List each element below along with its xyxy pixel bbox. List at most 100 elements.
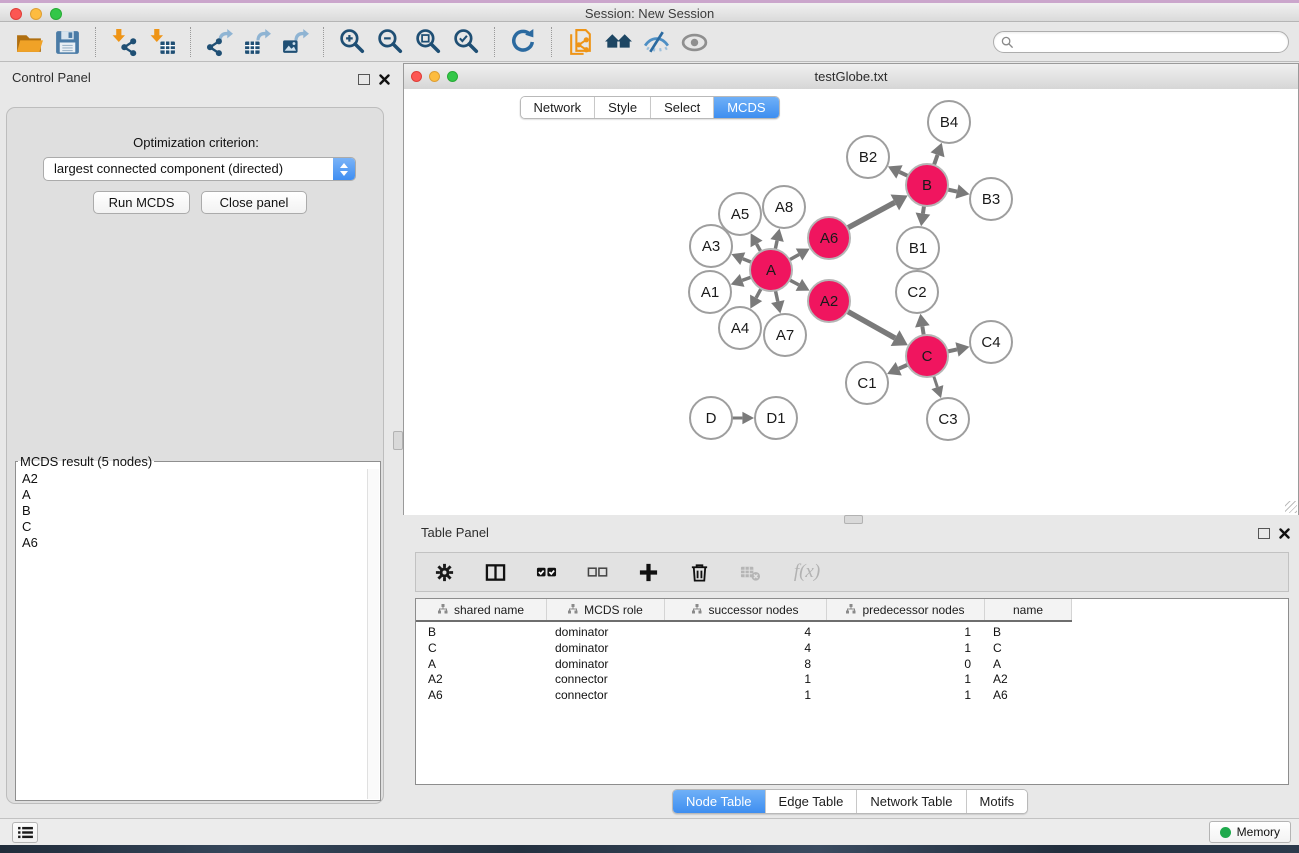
cell-name: A2 — [985, 671, 1072, 687]
mcds-result-item[interactable]: B — [22, 503, 368, 519]
network-file-icon[interactable] — [563, 26, 597, 58]
function-icon: f(x) — [789, 560, 825, 584]
close-panel-icon[interactable] — [379, 74, 390, 85]
task-list-icon — [18, 826, 33, 839]
edge-A6-B[interactable] — [847, 202, 894, 228]
network-window-title: testGlobe.txt — [404, 69, 1298, 84]
vertical-splitter-handle[interactable] — [393, 431, 403, 450]
cell-mcds_role: connector — [547, 687, 665, 703]
mcds-list-scrollbar[interactable] — [367, 469, 379, 799]
memory-button[interactable]: Memory — [1209, 821, 1291, 843]
refresh-icon[interactable] — [506, 26, 540, 58]
task-history-button[interactable] — [12, 822, 38, 843]
resize-grip-icon[interactable] — [1285, 501, 1297, 513]
export-table-icon[interactable] — [240, 26, 274, 58]
edge-A2-C[interactable] — [847, 311, 895, 338]
home-icon[interactable] — [601, 26, 635, 58]
tab-node-table[interactable]: Node Table — [673, 790, 765, 813]
run-mcds-button[interactable]: Run MCDS — [93, 191, 190, 214]
network-canvas[interactable]: B4B2BB3B1A5A8A6A3AA1C2A4A7A2C4CC1C3DD1 — [404, 89, 1298, 515]
column-view-icon[interactable] — [483, 560, 507, 584]
open-file-icon[interactable] — [12, 26, 46, 58]
control-panel-body: Optimization criterion: largest connecte… — [6, 107, 384, 804]
float-table-panel-icon[interactable] — [1258, 528, 1270, 539]
edge-C-C2[interactable] — [922, 326, 923, 335]
edge-A-A2[interactable] — [790, 280, 799, 285]
export-network-icon[interactable] — [202, 26, 236, 58]
cell-shared_name: C — [416, 640, 547, 656]
export-image-icon[interactable] — [278, 26, 312, 58]
mcds-result-item[interactable]: A6 — [22, 535, 368, 551]
memory-status-icon — [1220, 827, 1231, 838]
edge-A-A5[interactable] — [757, 244, 761, 252]
graph-node-label: B — [922, 177, 932, 194]
mcds-result-item[interactable]: C — [22, 519, 368, 535]
mcds-result-item[interactable]: A2 — [22, 471, 368, 487]
zoom-fit-icon[interactable] — [411, 26, 445, 58]
add-column-icon[interactable] — [636, 560, 660, 584]
zoom-in-icon[interactable] — [335, 26, 369, 58]
tab-edge-table[interactable]: Edge Table — [765, 790, 857, 813]
edge-A-A1[interactable] — [742, 277, 751, 280]
table-row[interactable]: Bdominator41B — [416, 624, 1072, 640]
cell-successor_nodes: 1 — [665, 671, 827, 687]
zoom-out-icon[interactable] — [373, 26, 407, 58]
table-row[interactable]: Cdominator41C — [416, 640, 1072, 656]
mcds-result-item[interactable]: A — [22, 487, 368, 503]
column-header-predecessor-nodes[interactable]: predecessor nodes — [827, 599, 985, 620]
edge-B-B4[interactable] — [934, 155, 938, 165]
show-panel-icon[interactable] — [677, 26, 711, 58]
tab-motifs[interactable]: Motifs — [966, 790, 1028, 813]
save-session-icon[interactable] — [50, 26, 84, 58]
tab-style[interactable]: Style — [594, 97, 650, 118]
close-panel-button[interactable]: Close panel — [201, 191, 307, 214]
application-window: Session: New Session Control Panel Netwo… — [0, 0, 1299, 853]
edge-C-C3[interactable] — [934, 376, 938, 387]
search-input[interactable] — [1014, 35, 1288, 49]
network-window-titlebar[interactable]: testGlobe.txt — [404, 64, 1298, 90]
graph-node-label: B1 — [909, 240, 927, 257]
edge-C-C4[interactable] — [948, 349, 957, 351]
tab-select[interactable]: Select — [650, 97, 713, 118]
zoom-selected-icon[interactable] — [449, 26, 483, 58]
close-table-panel-icon[interactable] — [1279, 528, 1290, 539]
hide-panel-icon[interactable] — [639, 26, 673, 58]
edge-B-B3[interactable] — [948, 189, 957, 191]
graph-node-label: B2 — [859, 149, 877, 166]
settings-gear-icon[interactable] — [432, 560, 456, 584]
edge-B-B1[interactable] — [923, 206, 924, 214]
delete-column-icon[interactable] — [687, 560, 711, 584]
graph-node-label: A4 — [731, 320, 749, 337]
import-table-icon[interactable] — [145, 26, 179, 58]
column-header-MCDS-role[interactable]: MCDS role — [547, 599, 665, 620]
import-network-icon[interactable] — [107, 26, 141, 58]
tab-network[interactable]: Network — [520, 97, 594, 118]
select-all-icon[interactable] — [534, 560, 558, 584]
table-row[interactable]: A2connector11A2 — [416, 671, 1072, 687]
table-row[interactable]: Adominator80A — [416, 656, 1072, 672]
arrowhead-icon — [955, 342, 969, 356]
deselect-all-icon[interactable] — [585, 560, 609, 584]
horizontal-splitter-handle[interactable] — [844, 515, 863, 524]
edge-A-A4[interactable] — [756, 289, 761, 298]
float-panel-icon[interactable] — [358, 74, 370, 85]
column-header-shared-name[interactable]: shared name — [416, 599, 547, 620]
edge-B-B2[interactable] — [899, 172, 908, 176]
edge-A-A3[interactable] — [743, 259, 752, 262]
column-header-successor-nodes[interactable]: successor nodes — [665, 599, 827, 620]
arrowhead-icon — [771, 300, 784, 313]
criterion-dropdown[interactable]: largest connected component (directed) — [43, 157, 356, 181]
edge-C-C1[interactable] — [899, 365, 908, 369]
tab-mcds[interactable]: MCDS — [713, 97, 778, 118]
mcds-result-title: MCDS result (5 nodes) — [18, 454, 154, 469]
column-header-name[interactable]: name — [985, 599, 1072, 620]
search-icon — [1001, 36, 1014, 49]
edge-A-A6[interactable] — [789, 255, 799, 260]
node-table[interactable]: shared nameMCDS rolesuccessor nodesprede… — [415, 598, 1289, 785]
table-row[interactable]: A6connector11A6 — [416, 687, 1072, 703]
search-field[interactable] — [993, 31, 1289, 53]
mcds-result-list[interactable]: A2ABCA6 — [17, 469, 368, 799]
tab-network-table[interactable]: Network Table — [856, 790, 965, 813]
edge-A-A8[interactable] — [775, 240, 777, 249]
edge-A-A7[interactable] — [775, 291, 777, 302]
